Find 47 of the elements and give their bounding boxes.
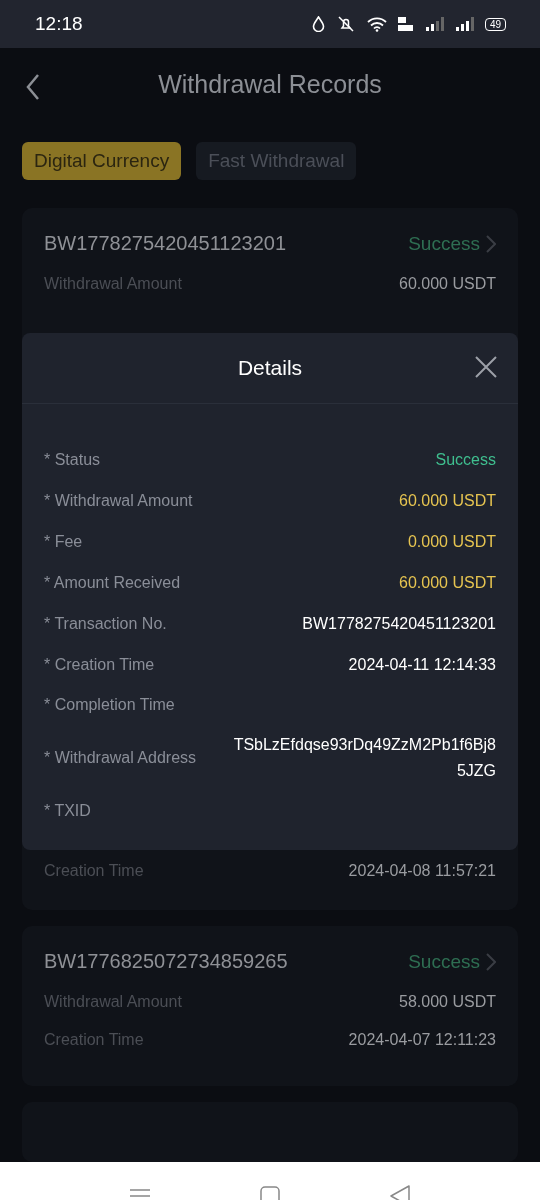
detail-label: * TXID [44, 802, 91, 820]
drop-icon [311, 16, 325, 32]
detail-value: 2024-04-11 12:14:33 [348, 655, 496, 675]
field-label: Creation Time [44, 1031, 144, 1049]
detail-label: * Completion Time [44, 696, 175, 714]
detail-label: * Withdrawal Amount [44, 492, 193, 510]
chevron-right-icon [486, 234, 496, 253]
home-button[interactable] [260, 1185, 280, 1200]
detail-value: BW1778275420451123201 [302, 614, 496, 634]
field-value: 2024-04-07 12:11:23 [348, 1031, 496, 1049]
field-label: Creation Time [44, 862, 144, 880]
detail-label: * Fee [44, 533, 83, 551]
detail-value: 60.000 USDT [399, 573, 496, 593]
detail-value: Success [435, 450, 496, 470]
menu-icon [130, 1187, 150, 1200]
menu-button[interactable] [130, 1187, 150, 1200]
field-value: 2024-04-08 11:57:21 [348, 862, 496, 880]
transaction-number: BW1776825072734859265 [44, 950, 288, 973]
close-button[interactable] [474, 355, 498, 379]
field-value: 60.000 USDT [399, 275, 496, 293]
page-title: Withdrawal Records [158, 69, 382, 99]
detail-value: TSbLzEfdqse93rDq49ZzM2Pb1f6Bj85JZG [232, 735, 496, 781]
field-label: Withdrawal Amount [44, 993, 182, 1011]
detail-label: * Creation Time [44, 656, 155, 674]
detail-value: 60.000 USDT [399, 491, 496, 511]
signal-icon [424, 16, 445, 32]
wifi-icon [366, 16, 387, 32]
tab[interactable]: Digital Currency [22, 142, 182, 180]
signal-icon [454, 16, 475, 32]
transaction-number: BW1778275420451123201 [44, 232, 287, 255]
triangle-icon [390, 1184, 410, 1200]
chevron-right-icon [486, 952, 496, 971]
detail-label: * Withdrawal Address [44, 749, 197, 767]
detail-label: * Transaction No. [44, 615, 167, 633]
detail-label: * Status [44, 451, 101, 469]
detail-label: * Amount Received [44, 574, 181, 592]
close-icon [474, 355, 498, 379]
detail-value: 0.000 USDT [407, 532, 496, 552]
record-card[interactable]: BW1776825072734859265 Success Withdrawal Amount 58.000 USDT Creation Time 2024-04-07 12:11:23 [22, 926, 518, 1086]
field-label: Withdrawal Amount [44, 275, 182, 293]
status-link[interactable]: Success [408, 232, 496, 255]
battery-level: 49 [484, 17, 506, 31]
back-icon [26, 74, 40, 100]
status-time: 12:18 [35, 13, 83, 35]
status-link[interactable]: Success [408, 950, 496, 973]
field-value: 58.000 USDT [399, 993, 496, 1011]
back-nav-button[interactable] [390, 1184, 410, 1200]
